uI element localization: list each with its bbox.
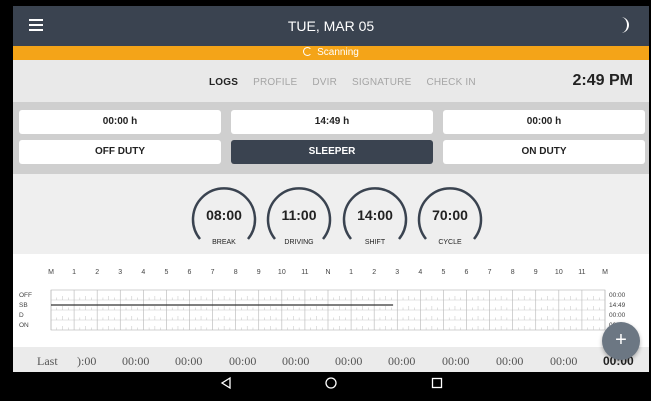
log-grid-chart: M 1 2 3 4 5 6 7 8 9 10 11 N 1 2 3 4 5 6 7 8 9 10 11 M OFF 00:00 SB 1…: [13, 254, 649, 347]
current-time: 2:49 PM: [572, 72, 633, 89]
hour-label: M: [48, 269, 54, 276]
app-window: TUE, MAR 05 Scanning LOGS PROFILE DVIR S…: [13, 6, 649, 393]
last-days-footer: Last )​:00 00:00 00:00 00:00 00:00 00:00…: [13, 347, 649, 372]
add-fab-button[interactable]: +: [602, 322, 640, 360]
gauge-label: BREAK: [212, 239, 236, 246]
on-duty-time: 00:00 h: [443, 110, 645, 134]
tab-dvir[interactable]: DVIR: [312, 77, 337, 88]
sleeper-button[interactable]: SLEEPER: [231, 140, 433, 164]
top-bar: TUE, MAR 05: [13, 6, 649, 46]
off-duty-time: 00:00 h: [19, 110, 221, 134]
gauge-value: 70:00: [432, 207, 468, 223]
break-gauge: 08:00 BREAK: [190, 181, 258, 249]
hour-label: 11: [301, 269, 308, 276]
last-day-value: 00:00: [229, 354, 257, 368]
hour-label: 5: [441, 269, 445, 276]
hour-label: 1: [72, 269, 76, 276]
spinner-icon: [303, 47, 313, 56]
last-day-value: 00:00: [335, 354, 363, 368]
row-label: D: [19, 312, 24, 319]
last-day-value: 00:00: [282, 354, 310, 368]
moon-icon[interactable]: [613, 15, 633, 35]
gauge-value: 14:00: [357, 207, 393, 223]
hours-gauges: 08:00 BREAK 11:00 DRIVING 14:00 SHIFT 70…: [13, 174, 649, 254]
on-duty-button[interactable]: ON DUTY: [443, 140, 645, 164]
hour-label: 5: [164, 269, 168, 276]
hour-label: 9: [534, 269, 538, 276]
driving-gauge: 11:00 DRIVING: [265, 181, 333, 249]
last-day-value: 00:00: [175, 354, 203, 368]
hour-label: 9: [257, 269, 261, 276]
hour-label: 4: [141, 269, 145, 276]
sleeper-time: 14:49 h: [231, 110, 433, 134]
hour-label: 7: [488, 269, 492, 276]
scanning-banner: Scanning: [13, 46, 649, 60]
hour-label: 2: [95, 269, 99, 276]
last-day-value: 00:00: [496, 354, 524, 368]
hour-label: 11: [578, 269, 585, 276]
hour-label: 7: [211, 269, 215, 276]
hour-label: N: [325, 269, 330, 276]
last-day-value: 00:00: [442, 354, 470, 368]
row-label: OFF: [19, 292, 32, 299]
row-label: ON: [19, 322, 29, 329]
hour-label: 10: [555, 269, 563, 276]
log-grid-svg: M 1 2 3 4 5 6 7 8 9 10 11 N 1 2 3 4 5 6 7 8 9 10 11 M OFF 00:00 SB 1…: [19, 269, 626, 331]
recents-icon[interactable]: [430, 376, 444, 390]
hour-label: M: [602, 269, 608, 276]
home-icon[interactable]: [324, 376, 338, 390]
last-day-value: 00:00: [388, 354, 416, 368]
hour-label: 1: [349, 269, 353, 276]
hour-label: 6: [465, 269, 469, 276]
hour-label: 8: [234, 269, 238, 276]
gauge-label: SHIFT: [364, 239, 386, 246]
duty-status-panel: 00:00 h 14:49 h 00:00 h OFF DUTY SLEEPER…: [13, 102, 649, 174]
back-icon[interactable]: [219, 376, 233, 390]
gauge-label: CYCLE: [438, 239, 462, 246]
gauge-value: 11:00: [281, 207, 317, 223]
row-label: SB: [19, 302, 28, 309]
tab-signature[interactable]: SIGNATURE: [352, 77, 411, 88]
shift-gauge: 14:00 SHIFT: [341, 181, 409, 249]
last-day-value: )​:00: [77, 354, 97, 368]
android-nav-bar: [13, 372, 649, 393]
last-label: Last: [37, 354, 58, 368]
tab-check-in[interactable]: CHECK IN: [426, 77, 475, 88]
tab-bar: LOGS PROFILE DVIR SIGNATURE CHECK IN 2:4…: [13, 60, 649, 102]
tab-profile[interactable]: PROFILE: [253, 77, 297, 88]
last-day-value: 00:00: [550, 354, 578, 368]
cycle-gauge: 70:00 CYCLE: [416, 181, 484, 249]
gauge-value: 08:00: [206, 207, 242, 223]
hour-label: 3: [118, 269, 122, 276]
hour-label: 4: [418, 269, 422, 276]
off-duty-button[interactable]: OFF DUTY: [19, 140, 221, 164]
row-total: 00:00: [609, 312, 626, 319]
row-total: 14:49: [609, 302, 626, 309]
gauge-label: DRIVING: [284, 239, 314, 246]
tab-logs[interactable]: LOGS: [209, 77, 238, 88]
row-total: 00:00: [609, 292, 626, 299]
last-day-value: 00:00: [122, 354, 150, 368]
date-title: TUE, MAR 05: [287, 18, 375, 34]
hour-label: 3: [395, 269, 399, 276]
hour-label: 2: [372, 269, 376, 276]
scanning-label: Scanning: [317, 47, 359, 58]
hour-label: 8: [511, 269, 515, 276]
hour-label: 6: [188, 269, 192, 276]
hour-label: 10: [278, 269, 286, 276]
